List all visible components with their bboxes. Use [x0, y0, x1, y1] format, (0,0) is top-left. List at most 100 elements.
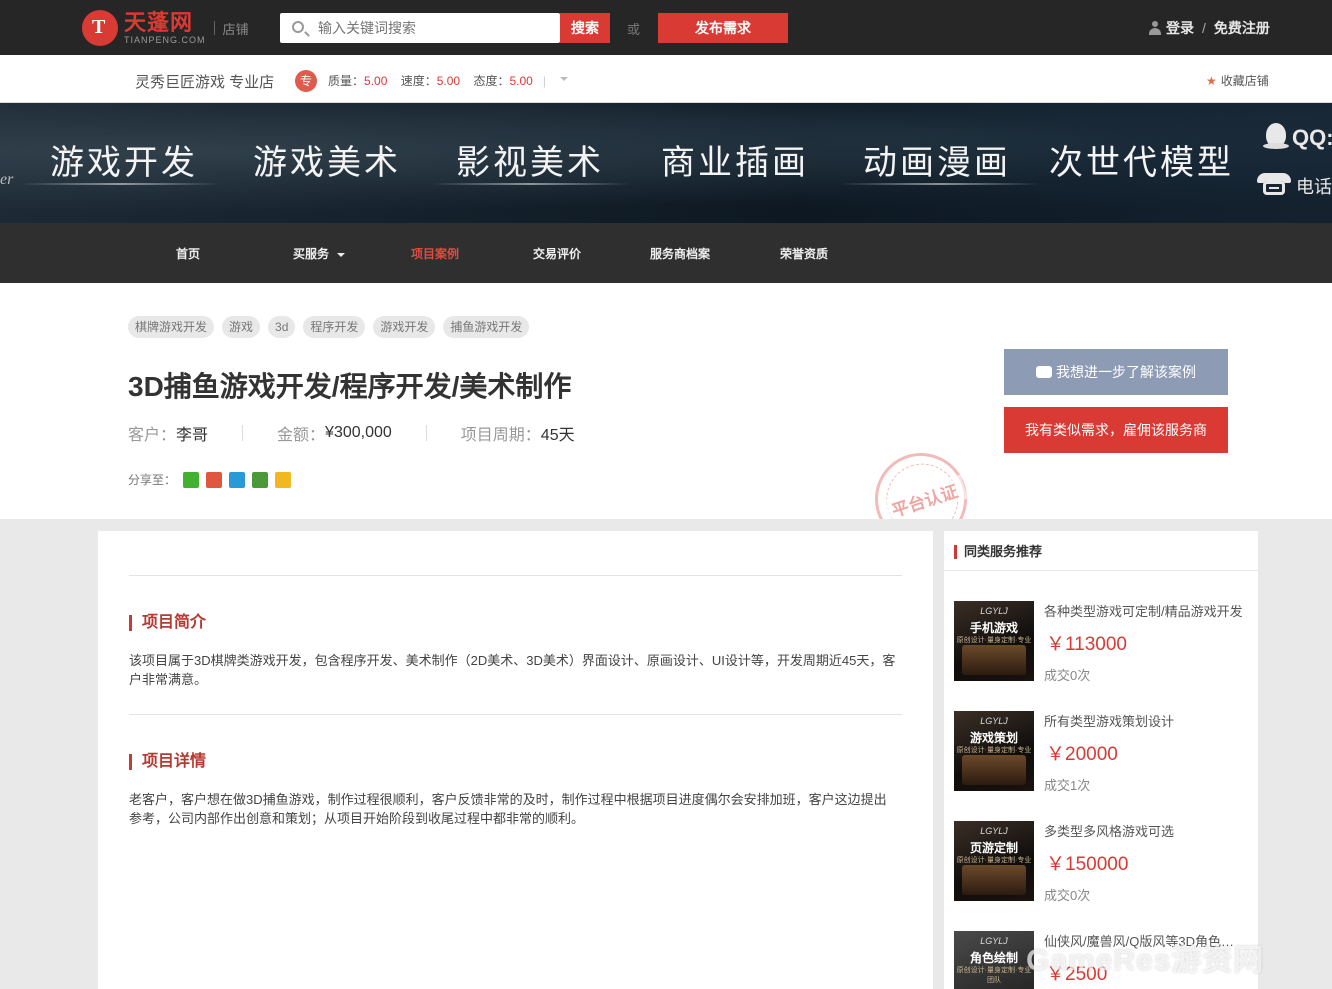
banner-divider — [430, 183, 630, 185]
meta-divider — [425, 425, 427, 441]
search-button[interactable]: 搜索 — [560, 13, 610, 43]
login-link[interactable]: 登录 — [1166, 18, 1194, 38]
site-logo[interactable]: 天蓬网 TIANPENG.COM 店铺 — [82, 10, 249, 46]
service-deals: 成交0次 — [1044, 888, 1091, 903]
intro-text: 该项目属于3D棋牌类游戏开发，包含程序开发、美术制作（2D美术、3D美术）界面设… — [129, 653, 896, 687]
case-tag[interactable]: 捕鱼游戏开发 — [443, 316, 530, 338]
case-meta: 客户： 李哥 金额： ¥300,000 项目周期： 45天 — [128, 421, 575, 445]
qq-share-icon[interactable] — [275, 471, 292, 488]
nav-buy-services-label: 买服务 — [293, 247, 330, 261]
watermark: GameRes游资网 — [1026, 944, 1265, 977]
store-label: 店铺 — [222, 21, 249, 37]
store-nav: 首页 买服务 项目案例 交易评价 服务商档案 荣誉资质 — [0, 223, 1332, 283]
amount-label: 金额： — [277, 427, 326, 444]
case-tag[interactable]: 棋牌游戏开发 — [128, 316, 215, 338]
details-title: 项目详情 — [129, 754, 206, 770]
search-box — [280, 13, 560, 43]
divider — [129, 575, 902, 576]
banner-item-game-art[interactable]: 游戏美术 — [253, 135, 401, 184]
thumb-brand: LGYLJ — [980, 826, 1008, 836]
ratings-dropdown-icon[interactable] — [560, 77, 568, 81]
platform-certified-stamp: 平台认证 — [863, 441, 979, 519]
case-tag[interactable]: 3d — [268, 316, 296, 338]
details-text: 老客户，客户想在做3D捕鱼游戏，制作过程很顺利，客户反馈非常的及时，制作过程中根… — [129, 792, 887, 826]
auth-separator: / — [1202, 20, 1206, 36]
service-thumbnail[interactable]: LGYLJ 页游定制 原创设计·量身定制·专业团队 — [954, 821, 1034, 901]
chat-icon — [1036, 366, 1052, 378]
category-banner: er 游戏开发 游戏美术 影视美术 商业插画 动画漫画 次世代模型 QQ: 电话 — [0, 103, 1332, 223]
nav-reviews[interactable]: 交易评价 — [533, 245, 581, 262]
douban-icon[interactable] — [252, 471, 269, 488]
store-ratings: 质量：5.00 速度：5.00 态度：5.00 | — [328, 72, 546, 89]
nav-provider-profile[interactable]: 服务商档案 — [650, 245, 710, 262]
service-card[interactable]: LGYLJ 游戏策划 原创设计·量身定制·专业团队 所有类型游戏策划设计 ￥20… — [954, 711, 1254, 811]
case-tag[interactable]: 游戏 — [222, 316, 261, 338]
banner-item-animation[interactable]: 动画漫画 — [863, 135, 1011, 184]
thumb-brand: LGYLJ — [980, 606, 1008, 616]
thumb-artwork — [962, 755, 1026, 785]
thumb-slogan: 原创设计·量身定制·专业团队 — [956, 967, 1032, 984]
publish-request-button[interactable]: 发布需求 — [658, 13, 788, 43]
service-card[interactable]: LGYLJ 页游定制 原创设计·量身定制·专业团队 多类型多风格游戏可选 ￥15… — [954, 821, 1254, 921]
register-link[interactable]: 免费注册 — [1214, 18, 1270, 38]
qzone-icon[interactable] — [229, 471, 246, 488]
favorite-store-link[interactable]: ★ 收藏店铺 — [1206, 72, 1269, 89]
qq-label: QQ: — [1292, 125, 1332, 150]
logo-divider — [213, 21, 215, 35]
nav-project-cases[interactable]: 项目案例 — [411, 245, 459, 262]
thumb-artwork — [962, 865, 1026, 895]
thumb-artwork — [962, 645, 1026, 675]
nav-home[interactable]: 首页 — [176, 245, 200, 262]
hire-provider-button[interactable]: 我有类似需求，雇佣该服务商 — [1004, 407, 1228, 453]
period-value: 45天 — [540, 427, 575, 444]
service-title[interactable]: 各种类型游戏可定制/精品游戏开发 — [1044, 601, 1244, 620]
service-title[interactable]: 多类型多风格游戏可选 — [1044, 821, 1244, 840]
banner-item-film-art[interactable]: 影视美术 — [456, 135, 604, 184]
service-deals: 成交1次 — [1044, 778, 1091, 793]
share-label: 分享至： — [128, 473, 177, 487]
service-thumbnail[interactable]: LGYLJ 角色绘制 原创设计·量身定制·专业团队 — [954, 931, 1034, 989]
weibo-icon[interactable] — [206, 471, 223, 488]
learn-more-label: 我想进一步了解该案例 — [1056, 364, 1196, 380]
store-bar: 灵秀巨匠游戏 专业店 专 质量：5.00 速度：5.00 态度：5.00 | ★ 收… — [0, 55, 1332, 103]
service-price: ￥113000 — [1046, 634, 1127, 655]
service-thumbnail[interactable]: LGYLJ 游戏策划 原创设计·量身定制·专业团队 — [954, 711, 1034, 791]
client-label: 客户： — [128, 427, 177, 444]
ratings-bracket: | — [542, 74, 546, 88]
case-content: 项目简介 该项目属于3D棋牌类游戏开发，包含程序开发、美术制作（2D美术、3D美… — [98, 531, 933, 989]
wechat-icon[interactable] — [183, 471, 200, 488]
nav-honors[interactable]: 荣誉资质 — [780, 245, 828, 262]
attitude-label: 态度： — [473, 74, 510, 88]
chevron-down-icon — [337, 252, 346, 257]
service-thumbnail[interactable]: LGYLJ 手机游戏 原创设计·量身定制·专业团队 — [954, 601, 1034, 681]
case-header: 棋牌游戏开发 游戏 3d 程序开发 游戏开发 捕鱼游戏开发 3D捕鱼游戏开发/程… — [0, 283, 1332, 519]
case-tag[interactable]: 游戏开发 — [373, 316, 436, 338]
logo-name: 天蓬网 — [124, 9, 194, 35]
speed-score: 5.00 — [436, 74, 461, 88]
banner-item-illustration[interactable]: 商业插画 — [661, 135, 809, 184]
nav-buy-services[interactable]: 买服务 — [293, 245, 346, 262]
banner-fragment: er — [0, 171, 14, 188]
case-tag[interactable]: 程序开发 — [303, 316, 366, 338]
store-name[interactable]: 灵秀巨匠游戏 专业店 — [135, 71, 274, 92]
thumb-brand: LGYLJ — [980, 936, 1008, 946]
banner-item-game-dev[interactable]: 游戏开发 — [50, 135, 198, 184]
learn-more-button[interactable]: 我想进一步了解该案例 — [1004, 349, 1228, 395]
search-input[interactable] — [316, 17, 546, 39]
professional-badge: 专 — [295, 70, 317, 92]
thumb-brand: LGYLJ — [980, 716, 1008, 726]
thumb-category: 角色绘制 — [969, 951, 1018, 965]
quality-score: 5.00 — [364, 74, 388, 88]
quality-label: 质量： — [328, 74, 365, 88]
period-label: 项目周期： — [460, 427, 541, 444]
recommended-services: 同类服务推荐 LGYLJ 手机游戏 原创设计·量身定制·专业团队 各种类型游戏可… — [944, 531, 1258, 989]
qq-icon — [1263, 123, 1289, 151]
phone-label: 电话 — [1296, 177, 1332, 197]
service-title[interactable]: 所有类型游戏策划设计 — [1044, 711, 1244, 730]
thumb-category: 页游定制 — [969, 841, 1018, 855]
banner-item-next-gen-model[interactable]: 次世代模型 — [1049, 135, 1234, 184]
service-card[interactable]: LGYLJ 手机游戏 原创设计·量身定制·专业团队 各种类型游戏可定制/精品游戏… — [954, 601, 1254, 701]
share-bar: 分享至： — [128, 471, 292, 488]
logo-domain: TIANPENG.COM — [124, 34, 206, 45]
favorite-label: 收藏店铺 — [1220, 74, 1269, 88]
